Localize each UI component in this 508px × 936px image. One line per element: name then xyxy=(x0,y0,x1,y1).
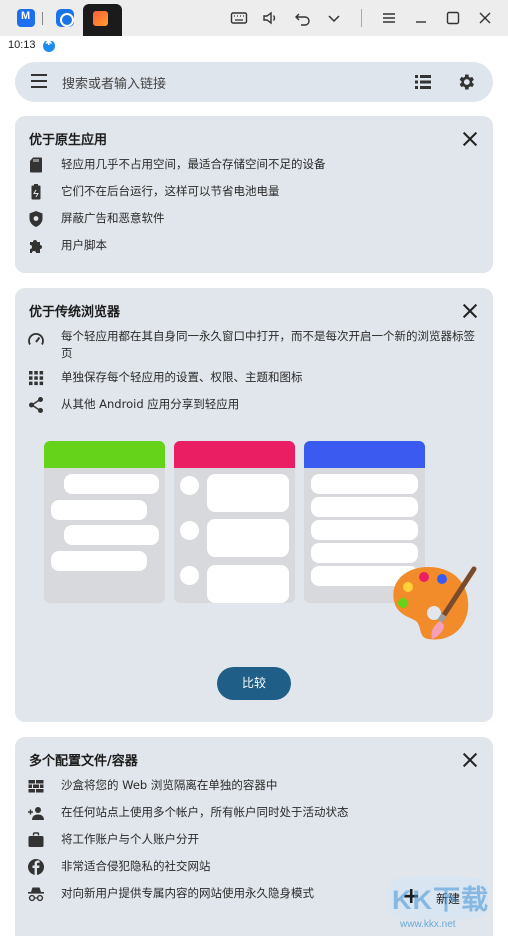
battery-icon xyxy=(27,183,47,203)
app-icon-hermit[interactable] xyxy=(93,11,108,26)
feature-text: 从其他 Android 应用分享到轻应用 xyxy=(61,397,240,411)
sd-card-icon xyxy=(27,156,47,176)
feature-text: 用户脚本 xyxy=(61,238,107,252)
search-bar[interactable]: 搜索或者输入链接 xyxy=(15,62,493,102)
app-icon-meetings[interactable] xyxy=(17,9,35,27)
browser-illustration xyxy=(44,441,477,656)
close-icon[interactable] xyxy=(463,753,477,767)
illustration-panel-green xyxy=(44,441,165,603)
feature-text: 每个轻应用都在其自身同一永久窗口中打开，而不是每次开启一个新的浏览器标签页 xyxy=(61,329,475,360)
close-icon[interactable] xyxy=(463,132,477,146)
feature-text: 非常适合侵犯隐私的社交网站 xyxy=(61,859,211,873)
speed-icon xyxy=(27,331,47,351)
app-icon-browser[interactable] xyxy=(56,9,74,27)
volume-icon[interactable] xyxy=(258,6,282,30)
watermark-url: www.kkx.net xyxy=(400,919,456,930)
undo-icon[interactable] xyxy=(291,6,315,30)
minimize-icon[interactable] xyxy=(409,6,433,30)
compare-button[interactable]: 比较 xyxy=(217,667,291,700)
feature-text: 单独保存每个轻应用的设置、权限、主题和图标 xyxy=(61,370,303,384)
briefcase-icon xyxy=(27,831,47,851)
illustration-panel-pink xyxy=(174,441,295,603)
grid-icon xyxy=(27,369,47,389)
blocks-icon xyxy=(27,777,47,797)
puzzle-icon xyxy=(27,237,47,257)
feature-text: 它们不在后台运行，这样可以节省电池电量 xyxy=(61,184,280,198)
search-input[interactable]: 搜索或者输入链接 xyxy=(62,73,166,92)
feature-text: 在任何站点上使用多个帐户，所有帐户同时处于活动状态 xyxy=(61,805,349,819)
maximize-icon[interactable] xyxy=(441,6,465,30)
divider xyxy=(361,9,362,27)
chevron-down-icon[interactable] xyxy=(322,6,346,30)
feature-text: 屏蔽广告和恶意软件 xyxy=(61,211,165,225)
card-native-apps: 优于原生应用 轻应用几乎不占用空间，最适合存储空间不足的设备 它们不在后台运行，… xyxy=(15,116,493,273)
status-time: 10:13 xyxy=(8,39,36,51)
share-icon xyxy=(27,396,47,416)
bluetooth-icon xyxy=(43,38,55,52)
paint-palette-icon xyxy=(393,566,477,640)
card-traditional-browsers: 优于传统浏览器 每个轻应用都在其自身同一永久窗口中打开，而不是每次开启一个新的浏… xyxy=(15,288,493,722)
feature-text: 轻应用几乎不占用空间，最适合存储空间不足的设备 xyxy=(61,157,326,171)
divider xyxy=(42,12,43,25)
feature-text: 将工作账户与个人账户分开 xyxy=(61,832,199,846)
watermark: KK下载 xyxy=(392,885,489,915)
add-user-icon xyxy=(27,804,47,824)
gear-icon[interactable] xyxy=(456,72,476,92)
status-bar: 10:13 xyxy=(0,36,508,56)
feature-text: 沙盒将您的 Web 浏览隔离在单独的容器中 xyxy=(61,778,278,792)
keyboard-icon[interactable] xyxy=(227,6,251,30)
hamburger-icon[interactable] xyxy=(31,74,47,88)
card-title: 多个配置文件/容器 xyxy=(29,754,138,769)
close-window-icon[interactable] xyxy=(473,6,497,30)
card-title: 优于原生应用 xyxy=(29,133,108,148)
window-titlebar xyxy=(0,0,508,36)
list-view-icon[interactable] xyxy=(415,75,431,89)
incognito-icon xyxy=(27,885,47,905)
facebook-icon xyxy=(27,858,47,878)
shield-icon xyxy=(27,210,47,230)
card-title: 优于传统浏览器 xyxy=(29,305,121,320)
menu-icon[interactable] xyxy=(377,6,401,30)
close-icon[interactable] xyxy=(463,304,477,318)
